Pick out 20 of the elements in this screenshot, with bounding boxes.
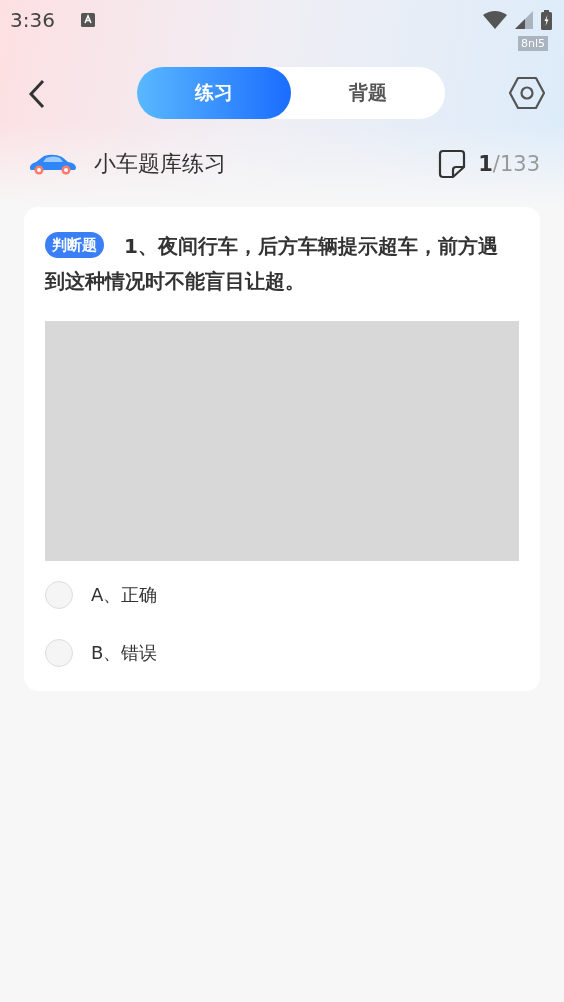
battery-icon	[541, 10, 552, 30]
car-icon	[28, 153, 78, 175]
question-text: 判断题 1、夜间行车，后方车辆提示超车，前方遇到这种情况时不能盲目让超。	[45, 231, 499, 295]
radio-button[interactable]	[45, 581, 73, 609]
back-icon[interactable]	[28, 79, 46, 109]
total-count: /133	[492, 152, 540, 176]
radio-button[interactable]	[45, 639, 73, 667]
current-number: 1	[478, 152, 493, 176]
question-bank-title: 小车题库练习	[94, 150, 226, 178]
status-time: 3:36	[10, 8, 55, 32]
settings-icon[interactable]	[508, 76, 546, 110]
answer-option[interactable]: A、正确	[45, 569, 158, 621]
note-icon[interactable]	[438, 149, 467, 179]
keyboard-notification-icon	[80, 13, 95, 27]
wifi-icon	[483, 11, 507, 29]
tab[interactable]: 背题	[291, 67, 445, 119]
signal-icon	[515, 11, 533, 29]
question-type-badge: 判断题	[45, 232, 104, 258]
answer-option[interactable]: B、错误	[45, 627, 158, 679]
debug-tag: 8nl5	[517, 36, 548, 51]
